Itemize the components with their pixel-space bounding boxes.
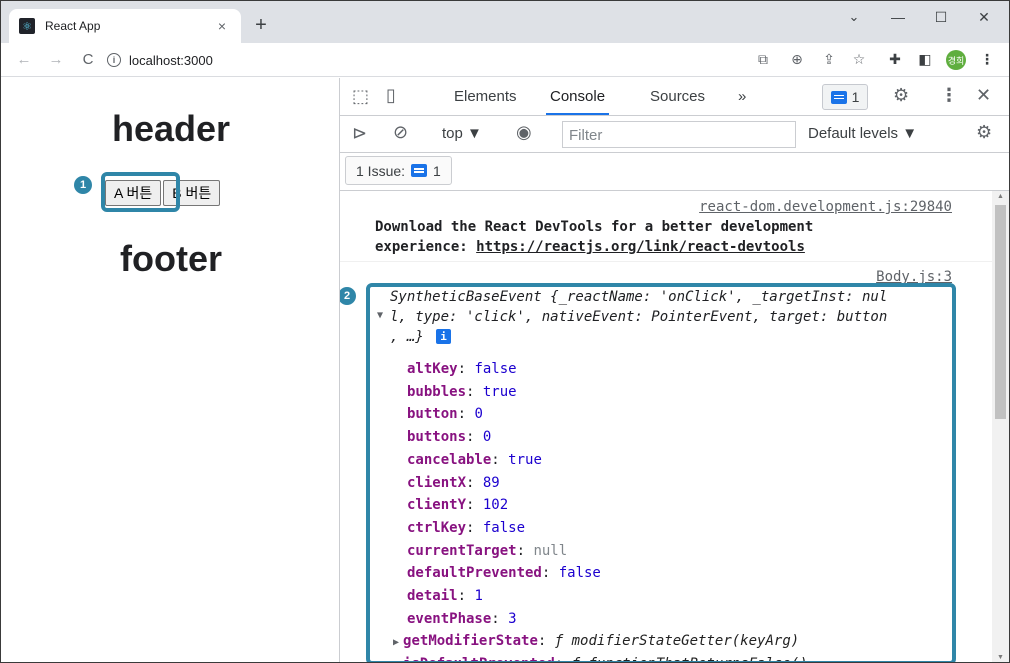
tab-search-dropdown-icon[interactable]: ⌄: [839, 7, 869, 27]
page-viewport: header A 버튼 B 버튼 footer 1: [1, 78, 339, 662]
console-scrollbar[interactable]: ▲ ▼: [992, 191, 1009, 662]
extensions-puzzle-icon[interactable]: ✚: [885, 51, 905, 68]
profile-avatar[interactable]: 경희: [946, 50, 966, 70]
console-filter-bar: ⊳ ⊘ top ▼ ◉ Filter Default levels ▼ ⚙: [340, 116, 1009, 153]
message-icon: [830, 90, 847, 104]
close-devtools-icon[interactable]: ✕: [976, 85, 991, 106]
tab-sources[interactable]: Sources: [650, 78, 705, 115]
url-text: localhost:3000: [129, 52, 213, 68]
callout-marker-1: 1: [74, 176, 92, 194]
more-tabs-icon[interactable]: »: [738, 78, 746, 115]
reload-button[interactable]: C: [75, 51, 101, 68]
new-tab-button[interactable]: +: [249, 13, 273, 37]
context-selector[interactable]: top ▼: [442, 125, 482, 142]
source-link-react-dom[interactable]: react-dom.development.js:29840: [699, 199, 952, 215]
console-settings-gear-icon[interactable]: ⚙: [976, 122, 992, 143]
scroll-thumb[interactable]: [995, 205, 1006, 419]
inspect-element-icon[interactable]: ⬚: [352, 86, 369, 107]
menu-kebab-icon[interactable]: ⋮: [977, 51, 997, 68]
browser-tab[interactable]: ⚛ React App ×: [9, 9, 241, 43]
bookmark-star-icon[interactable]: ☆: [849, 51, 869, 68]
devtools-panel: ⬚ ▯ Elements Console Sources » 1 ⚙ ⋮ ✕ ⊳…: [339, 78, 1009, 662]
live-expression-eye-icon[interactable]: ◉: [516, 122, 532, 143]
callout-marker-2: 2: [340, 287, 356, 305]
react-logo-icon: ⚛: [19, 18, 35, 34]
log-message-prefix: experience:: [375, 239, 477, 255]
issue-message-icon: [411, 164, 428, 177]
minimize-button[interactable]: —: [883, 7, 913, 27]
tab-close-icon[interactable]: ×: [213, 18, 231, 34]
device-toolbar-icon[interactable]: ▯: [386, 85, 396, 106]
message-divider: [340, 261, 992, 262]
devtools-menu-icon[interactable]: ⋮: [940, 85, 958, 106]
browser-window: ⚛ React App × + ⌄ — ☐ ✕ ← → C i localhos…: [0, 0, 1010, 663]
message-count: 1: [851, 89, 860, 105]
tab-elements[interactable]: Elements: [454, 78, 517, 115]
sidebar-toggle-icon[interactable]: ⊳: [352, 123, 367, 144]
log-levels-dropdown[interactable]: Default levels ▼: [808, 125, 917, 142]
side-panel-icon[interactable]: ◧: [915, 51, 935, 68]
issues-button[interactable]: 1 Issue: 1: [345, 156, 452, 185]
page-header: header: [111, 108, 231, 149]
log-message-devtools: Download the React DevTools for a better…: [375, 219, 814, 235]
devtools-tab-bar: ⬚ ▯ Elements Console Sources » 1 ⚙ ⋮ ✕: [340, 78, 1009, 116]
tab-console[interactable]: Console: [546, 78, 610, 115]
issues-bar: 1 Issue: 1: [340, 153, 1009, 191]
address-bar[interactable]: i localhost:3000: [107, 48, 797, 72]
translate-icon[interactable]: ⧉: [753, 51, 773, 68]
maximize-button[interactable]: ☐: [926, 7, 956, 27]
settings-gear-icon[interactable]: ⚙: [893, 85, 909, 106]
console-output: react-dom.development.js:29840 Download …: [340, 191, 992, 662]
page-footer: footer: [120, 238, 222, 279]
share-icon[interactable]: ⇪: [819, 51, 839, 68]
highlight-box-event: [366, 283, 956, 662]
highlight-box-a-button: [101, 172, 180, 212]
tab-title: React App: [45, 19, 101, 33]
messages-badge[interactable]: 1: [822, 84, 868, 110]
log-message-devtools-line2: experience: https://reactjs.org/link/rea…: [375, 239, 805, 255]
back-button[interactable]: ←: [11, 51, 37, 68]
zoom-icon[interactable]: ⊕: [787, 51, 807, 68]
site-info-icon[interactable]: i: [107, 53, 121, 67]
clear-console-icon[interactable]: ⊘: [393, 122, 408, 143]
scroll-up-icon[interactable]: ▲: [997, 193, 1004, 200]
tab-strip: ⚛ React App × + ⌄ — ☐ ✕: [1, 1, 1009, 43]
close-window-button[interactable]: ✕: [969, 7, 999, 27]
forward-button[interactable]: →: [43, 51, 69, 68]
scroll-down-icon[interactable]: ▼: [997, 654, 1004, 661]
issues-count: 1: [433, 162, 441, 179]
react-devtools-link[interactable]: https://reactjs.org/link/react-devtools: [476, 239, 805, 255]
issues-label: 1 Issue:: [356, 162, 406, 179]
filter-input[interactable]: Filter: [562, 121, 796, 148]
